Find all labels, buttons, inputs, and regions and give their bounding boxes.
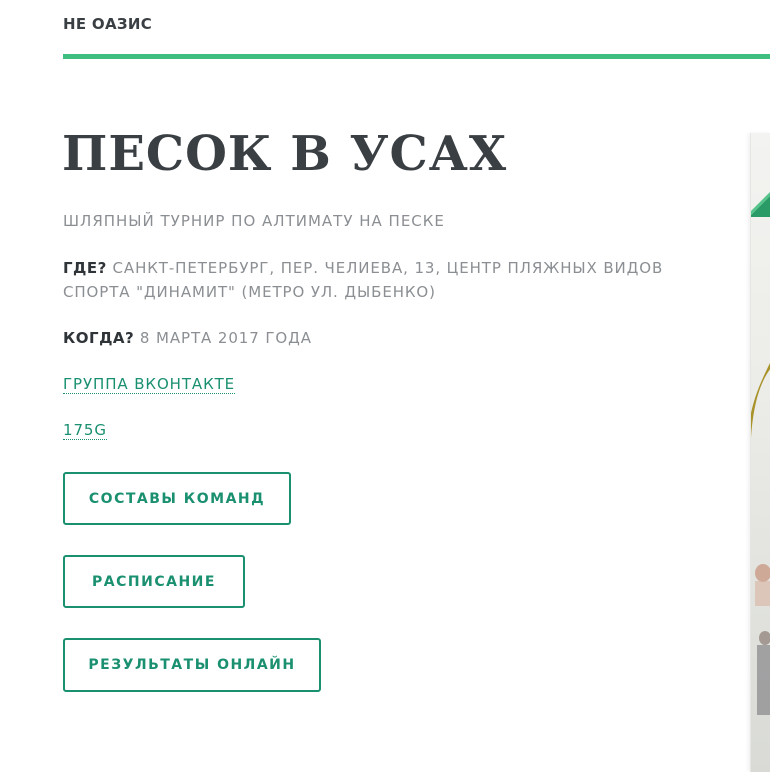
vk-group-link[interactable]: ГРУППА ВКОНТАКТЕ bbox=[63, 375, 236, 394]
schedule-button[interactable]: РАСПИСАНИЕ bbox=[63, 555, 245, 608]
date-label: КОГДА? bbox=[63, 329, 135, 347]
event-photo-graphic bbox=[751, 192, 770, 715]
site-title-link[interactable]: НЕ ОАЗИС bbox=[63, 15, 152, 33]
175g-link[interactable]: 175G bbox=[63, 421, 107, 440]
date-value: 8 МАРТА 2017 ГОДА bbox=[139, 329, 312, 347]
event-location: ГДЕ? САНКТ-ПЕТЕРБУРГ, ПЕР. ЧЕЛИЕВА, 13, … bbox=[63, 256, 703, 304]
live-results-button[interactable]: РЕЗУЛЬТАТЫ ОНЛАЙН bbox=[63, 638, 321, 692]
event-photo bbox=[750, 133, 770, 772]
event-subtitle: ШЛЯПНЫЙ ТУРНИР ПО АЛТИМАТУ НА ПЕСКЕ bbox=[63, 212, 445, 230]
event-date: КОГДА? 8 МАРТА 2017 ГОДА bbox=[63, 326, 703, 350]
header-divider bbox=[63, 54, 770, 59]
page-title: ПЕСОК В УСАХ bbox=[62, 126, 508, 182]
location-value: САНКТ-ПЕТЕРБУРГ, ПЕР. ЧЕЛИЕВА, 13, ЦЕНТР… bbox=[63, 259, 664, 301]
location-label: ГДЕ? bbox=[63, 259, 107, 277]
team-rosters-button[interactable]: СОСТАВЫ КОМАНД bbox=[63, 472, 291, 525]
